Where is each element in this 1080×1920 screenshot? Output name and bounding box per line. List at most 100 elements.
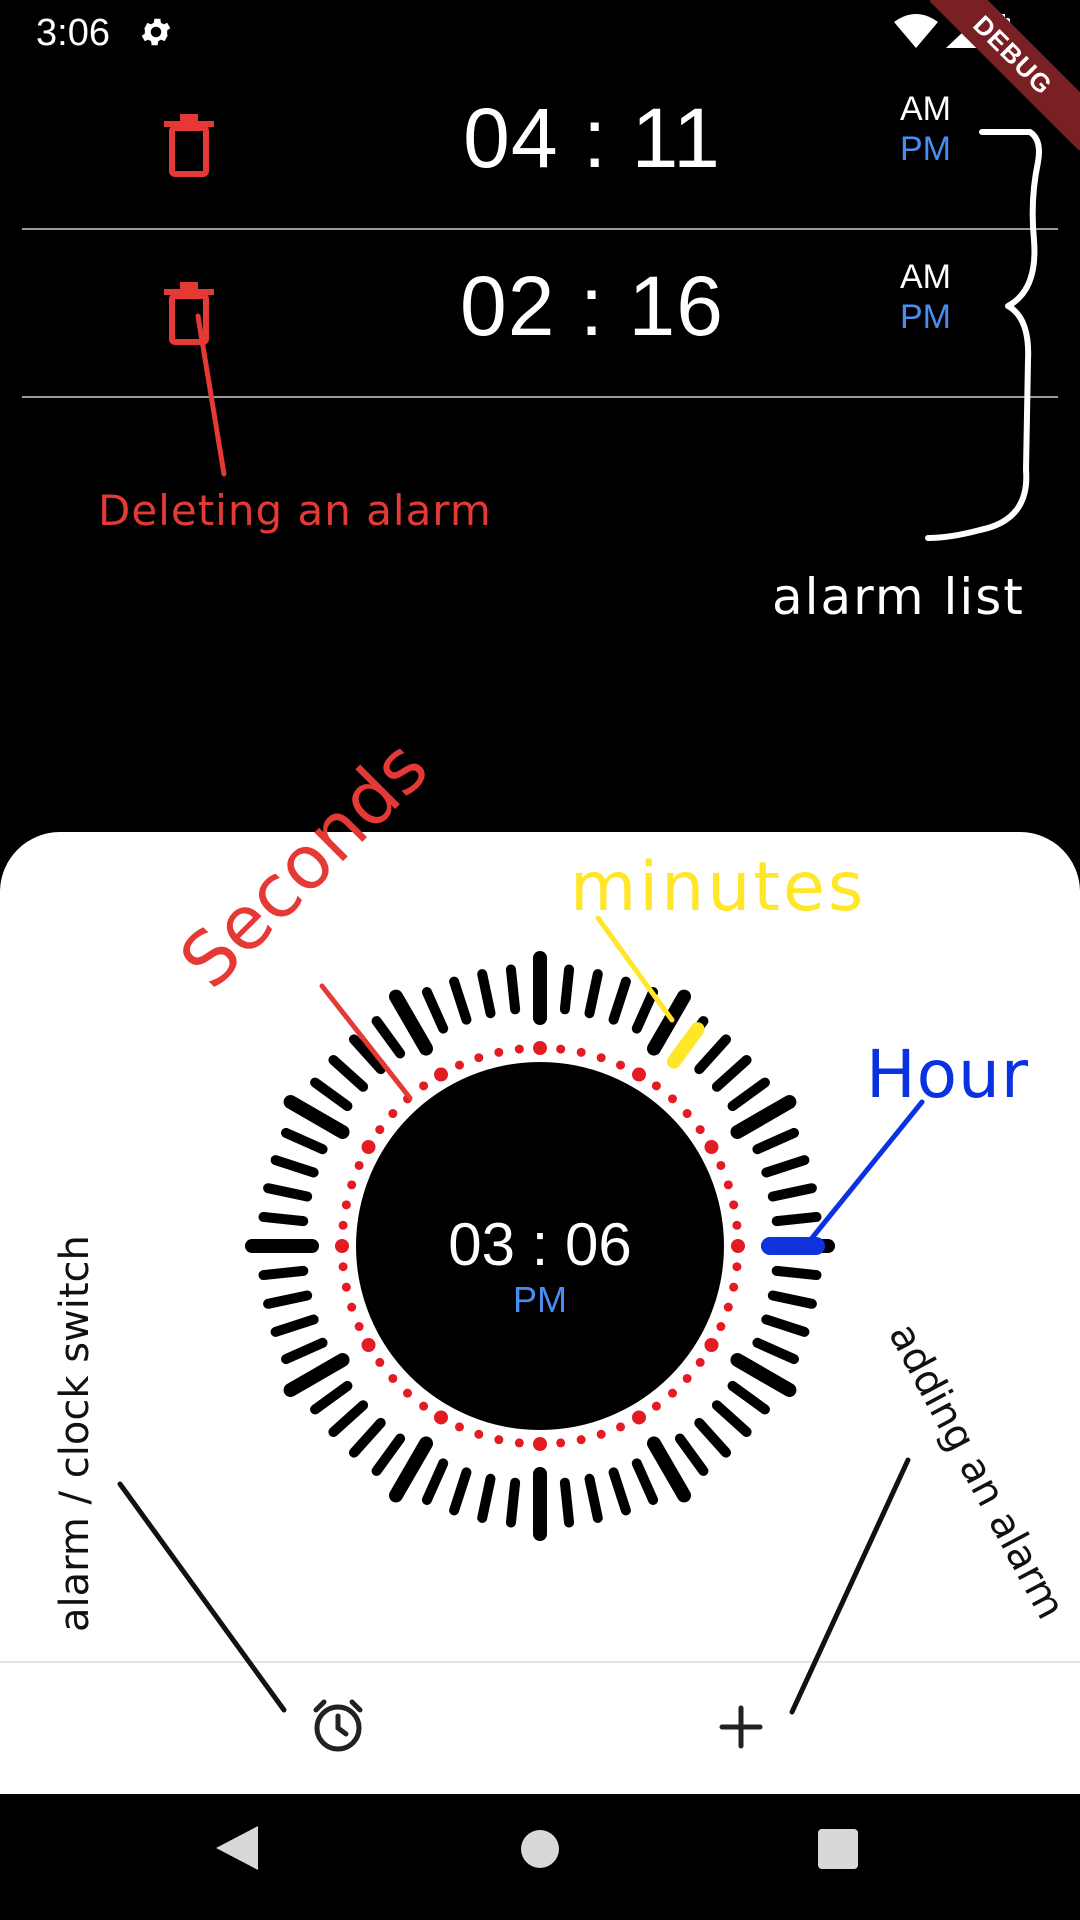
seconds-dot [434,1067,448,1082]
system-nav-bar [0,1794,1080,1920]
seconds-dot [419,1081,429,1091]
annotation-delete: Deleting an alarm [98,486,492,535]
clock-period: PM [513,1279,567,1320]
recents-icon[interactable] [817,1828,859,1870]
minute-tick [328,1054,369,1092]
delete-alarm-button[interactable] [160,112,222,182]
minute-tick [559,964,575,1015]
alarm-clock-switch-button[interactable] [308,1696,368,1756]
alarm-time[interactable]: 04 : 11 [442,90,742,187]
alarm-clock-icon [313,1699,363,1752]
minute-tick [348,1417,386,1458]
pm-toggle[interactable]: PM [900,298,951,337]
seconds-dot [667,1388,677,1398]
alarm-row: 02 : 16 AM PM [22,230,1058,398]
am-toggle[interactable]: AM [900,258,951,297]
minute-tick [727,1077,770,1112]
back-icon[interactable] [214,1824,260,1872]
minute-tick [477,1473,496,1523]
seconds-dot [347,1180,357,1190]
seconds-dot [347,1302,357,1312]
minute-tick [328,1400,369,1438]
minute-hand [667,1022,705,1069]
minute-tick [258,1265,309,1281]
seconds-dot [556,1438,566,1448]
minute-tick [270,1155,319,1178]
minute-tick [449,976,472,1025]
seconds-dot [616,1060,626,1070]
minute-tick [694,1417,732,1458]
seconds-dot [596,1429,606,1439]
status-bar: 3:06 [0,0,1080,66]
seconds-dot [731,1239,745,1253]
add-alarm-button[interactable] [718,1704,764,1750]
minute-tick [263,1290,313,1309]
seconds-dot [704,1140,719,1154]
minute-tick [371,1016,406,1059]
clock-time: 03 : 06 [448,1211,632,1278]
minute-tick [711,1054,752,1092]
seconds-dot [338,1262,348,1272]
minute-tick [584,969,603,1019]
minute-tick [421,987,449,1034]
seconds-dot [474,1053,484,1063]
minute-tick [584,1473,603,1523]
minute-tick [647,989,691,1056]
trash-icon [164,114,214,177]
seconds-dot [474,1429,484,1439]
seconds-dot [388,1373,398,1383]
seconds-dot [494,1435,504,1445]
seconds-dot [419,1401,429,1411]
minute-tick [371,1433,406,1476]
minute-tick [771,1211,822,1227]
seconds-dot [375,1125,385,1135]
seconds-dot [716,1160,726,1170]
minute-tick [674,1433,709,1476]
seconds-dot [651,1081,661,1091]
minute-tick [449,1467,472,1516]
minute-tick [608,1467,631,1516]
minute-tick [505,1477,521,1528]
bottom-bar-divider [0,1661,1080,1663]
seconds-dot [341,1282,351,1292]
minute-tick [281,1337,328,1365]
minute-tick [727,1380,770,1415]
seconds-dot [354,1160,364,1170]
minute-tick [631,987,659,1034]
seconds-dot [682,1373,692,1383]
seconds-dot [596,1053,606,1063]
minute-tick [310,1077,353,1112]
minute-tick [258,1211,309,1227]
seconds-dot [361,1338,376,1352]
minute-tick [752,1337,799,1365]
minute-tick [761,1314,810,1337]
minute-tick [730,1095,797,1139]
seconds-dot [667,1094,677,1104]
seconds-dot [616,1422,626,1432]
minute-tick [281,1127,328,1155]
am-toggle[interactable]: AM [900,90,951,129]
seconds-dot [723,1180,733,1190]
seconds-dot [576,1047,586,1057]
seconds-dot [651,1401,661,1411]
pm-toggle[interactable]: PM [900,130,951,169]
minute-tick [730,1353,797,1397]
home-icon[interactable] [519,1828,561,1870]
seconds-dot [732,1220,742,1230]
seconds-dot [403,1388,413,1398]
plus-icon [719,1705,763,1749]
minute-tick [771,1265,822,1281]
minute-tick [559,1477,575,1528]
minute-tick [767,1290,817,1309]
seconds-dot [434,1410,448,1425]
minute-tick [348,1034,386,1075]
seconds-dot [632,1067,646,1082]
seconds-dot [682,1109,692,1119]
minute-tick [761,1155,810,1178]
seconds-dot [494,1047,504,1057]
seconds-dot [335,1239,349,1253]
minute-tick [631,1458,659,1505]
delete-alarm-button[interactable] [160,280,222,350]
alarm-time[interactable]: 02 : 16 [442,258,742,355]
minute-tick [389,989,433,1056]
